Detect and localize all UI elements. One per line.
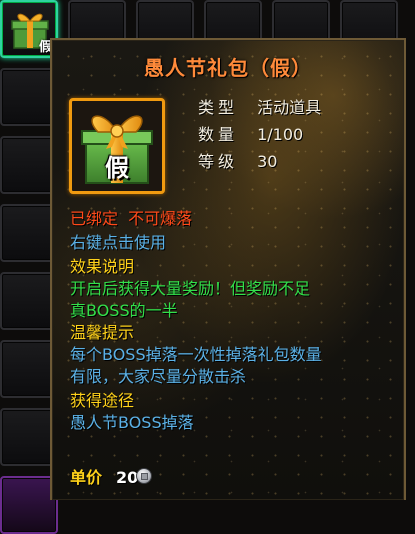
- item-icon-frame: 假: [69, 98, 165, 194]
- silver-coin-icon: [136, 468, 153, 484]
- property-key: 类型: [198, 98, 239, 117]
- item-name: 愚人节礼包（假）: [144, 56, 312, 80]
- price-row: 单价 20: [70, 464, 153, 488]
- usage-hint: 右键点击使用: [70, 233, 167, 252]
- property-value: 30: [257, 152, 278, 171]
- property-value: 1/100: [257, 125, 304, 144]
- source-text: 愚人节BOSS掉落: [70, 413, 194, 432]
- price-value: 20: [116, 468, 139, 487]
- tips-text-line: 每个BOSS掉落一次性掉落礼包数量: [70, 345, 322, 364]
- property-row-level: 等级 30: [198, 148, 321, 175]
- item-icon-label: 假: [105, 154, 129, 182]
- tips-text-line: 有限，大家尽量分散击杀: [70, 367, 247, 386]
- source-header: 获得途径: [70, 391, 135, 410]
- bind-status: 已绑定 不可爆落: [70, 209, 193, 228]
- item-description: 已绑定 不可爆落 右键点击使用 效果说明 开启后获得大量奖励！但奖励不足 真BO…: [70, 208, 400, 434]
- item-properties: 类型 活动道具 数量 1/100 等级 30: [198, 94, 321, 175]
- tips-header: 温馨提示: [70, 323, 135, 342]
- effect-text-line: 真BOSS的一半: [70, 301, 178, 320]
- property-key: 数量: [198, 125, 239, 144]
- property-value: 活动道具: [257, 98, 322, 117]
- effect-text-line: 开启后获得大量奖励！但奖励不足: [70, 279, 311, 298]
- price-label: 单价: [70, 468, 103, 487]
- item-tooltip: 愚人节礼包（假） 假 类型 活动道具 数量 1/100 等级 30 已绑定 不可…: [50, 38, 406, 500]
- effect-header: 效果说明: [70, 257, 135, 276]
- property-row-type: 类型 活动道具: [198, 94, 321, 121]
- property-row-quantity: 数量 1/100: [198, 121, 321, 148]
- property-key: 等级: [198, 152, 239, 171]
